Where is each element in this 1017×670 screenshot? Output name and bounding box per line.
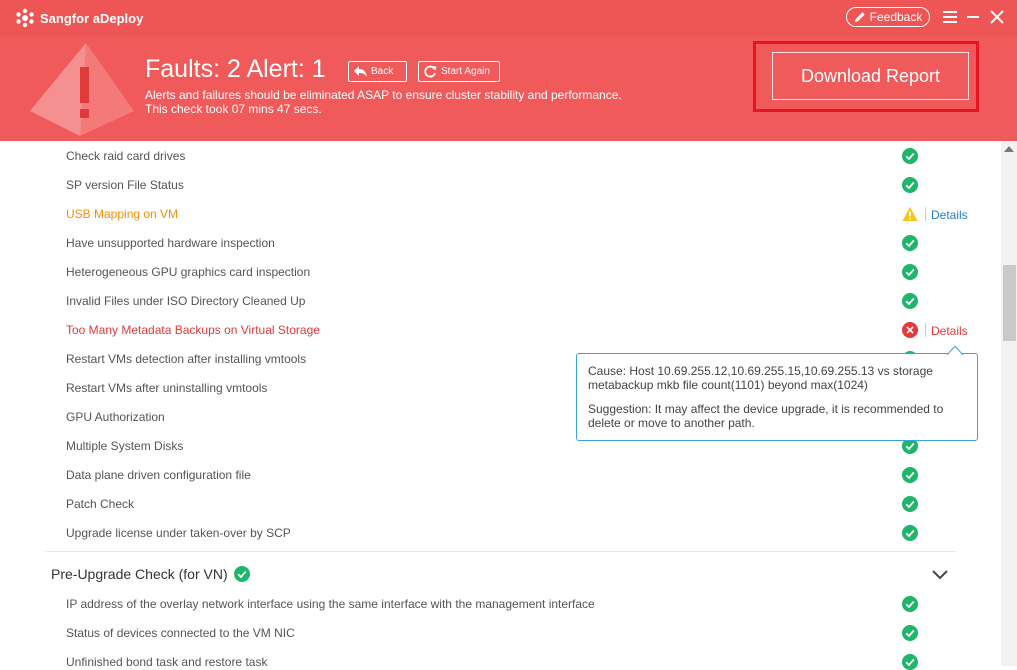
x-circle-icon: [902, 322, 918, 338]
pencil-icon: [854, 12, 865, 22]
fault-details-tooltip: Cause: Host 10.69.255.12,10.69.255.15,10…: [576, 346, 978, 441]
details-link[interactable]: Details: [931, 208, 968, 222]
warning-triangle-icon: [30, 43, 134, 136]
check-circle-icon: [902, 625, 918, 641]
download-report-button[interactable]: Download Report: [772, 52, 969, 100]
check-circle-icon: [902, 654, 918, 670]
tooltip-suggestion-line1: Suggestion: It may affect the device upg…: [588, 402, 944, 416]
header-description: Alerts and failures should be eliminated…: [145, 88, 622, 116]
tooltip-cause-line1: Cause: Host 10.69.255.12,10.69.255.15,10…: [588, 364, 933, 378]
minimize-icon[interactable]: [964, 8, 982, 26]
check-item-label: Unfinished bond task and restore task: [66, 655, 268, 669]
check-item-label: Restart VMs detection after installing v…: [66, 352, 307, 366]
hamburger-menu-icon[interactable]: [941, 8, 959, 26]
section-divider: [45, 551, 956, 552]
feedback-label: Feedback: [869, 10, 923, 24]
chevron-down-icon[interactable]: [931, 568, 949, 582]
details-link[interactable]: Details: [931, 324, 968, 338]
check-item-label: Upgrade license under taken-over by SCP: [66, 526, 291, 540]
check-item-label: Multiple System Disks: [66, 439, 184, 453]
back-button[interactable]: Back: [348, 61, 407, 82]
tooltip-arrow: [947, 346, 963, 355]
check-circle-icon: [902, 467, 918, 483]
check-item-label: Invalid Files under ISO Directory Cleane…: [66, 294, 306, 308]
refresh-icon: [424, 65, 437, 78]
scrollbar-track[interactable]: [1001, 141, 1017, 666]
warning-triangle-icon: [902, 207, 918, 221]
tooltip-suggestion-line2: delete or move to another path.: [588, 416, 755, 430]
section-header-vn[interactable]: Pre-Upgrade Check (for VN): [51, 566, 250, 582]
check-item-label: Heterogeneous GPU graphics card inspecti…: [66, 265, 311, 279]
tooltip-cause-line2: metabackup mkb file count(1101) beyond m…: [588, 378, 868, 392]
close-icon[interactable]: [988, 8, 1006, 26]
details-divider: [925, 207, 926, 221]
check-item-label: USB Mapping on VM: [66, 207, 179, 221]
check-circle-icon: [902, 264, 918, 280]
check-item-label: Have unsupported hardware inspection: [66, 236, 275, 250]
check-circle-icon: [902, 293, 918, 309]
check-duration-text: This check took 07 mins 47 secs.: [145, 102, 322, 116]
check-circle-icon: [902, 525, 918, 541]
check-item-label: Too Many Metadata Backups on Virtual Sto…: [66, 323, 320, 337]
details-divider: [925, 323, 926, 337]
check-circle-icon: [233, 566, 250, 582]
download-report-label: Download Report: [800, 65, 941, 86]
start-again-label: Start Again: [441, 66, 490, 77]
scroll-up-arrow-icon[interactable]: [1004, 146, 1014, 152]
check-item-label: Check raid card drives: [66, 149, 186, 163]
check-item-label: Status of devices connected to the VM NI…: [66, 626, 295, 640]
scrollbar-thumb[interactable]: [1003, 265, 1016, 341]
check-item-label: Patch Check: [66, 497, 135, 511]
header-desc-line1: Alerts and failures should be eliminated…: [145, 88, 622, 102]
check-circle-icon: [902, 496, 918, 512]
check-circle-icon: [902, 177, 918, 193]
check-item-label: SP version File Status: [66, 178, 184, 192]
section-title: Pre-Upgrade Check (for VN): [51, 566, 228, 582]
check-item-label: GPU Authorization: [66, 410, 165, 424]
start-again-button[interactable]: Start Again: [418, 61, 500, 82]
back-label: Back: [371, 66, 394, 77]
faults-alert-summary: Faults: 2 Alert: 1: [145, 55, 326, 83]
app-title: Sangfor aDeploy: [40, 11, 144, 26]
check-item-label: IP address of the overlay network interf…: [66, 597, 595, 611]
feedback-button[interactable]: Feedback: [846, 7, 930, 27]
result-header: Sangfor aDeploy Feedback Faults: 2 Alert…: [0, 0, 1017, 141]
check-item-label: Restart VMs after uninstalling vmtools: [66, 381, 268, 395]
check-circle-icon: [902, 596, 918, 612]
check-circle-icon: [902, 148, 918, 164]
back-arrow-icon: [354, 66, 367, 77]
check-circle-icon: [902, 235, 918, 251]
check-item-label: Data plane driven configuration file: [66, 468, 251, 482]
sangfor-logo-icon: [16, 8, 34, 28]
